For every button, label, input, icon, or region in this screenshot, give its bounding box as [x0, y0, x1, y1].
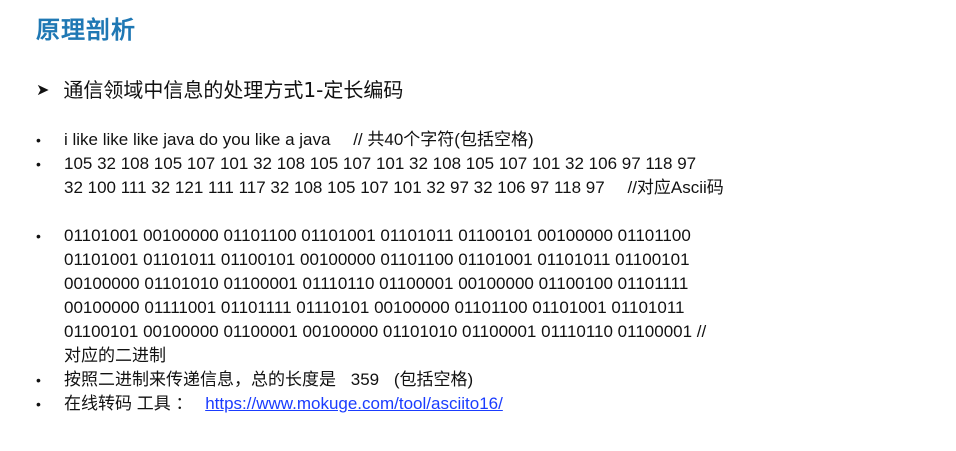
bullet-length: 按照二进制来传递信息，总的长度是 359 (包括空格): [36, 368, 936, 392]
page-title: 原理剖析: [36, 16, 136, 44]
binary-line-4: 00100000 01111001 01101111 01110101 0010…: [64, 298, 685, 317]
bullet-ascii: 105 32 108 105 107 101 32 108 105 107 10…: [36, 152, 936, 200]
sentence-note: // 共40个字符(包括空格): [353, 130, 534, 149]
arrow-bullet-icon: ➤: [36, 79, 50, 99]
bullet-binary: 01101001 00100000 01101100 01101001 0110…: [36, 224, 936, 368]
bullet-tool: 在线转码 工具 ： https://www.mokuge.com/tool/as…: [36, 392, 936, 416]
subtitle: ➤ 通信领域中信息的处理方式1-定长编码: [36, 74, 403, 103]
binary-line-6: 对应的二进制: [64, 346, 166, 365]
slide: 原理剖析 ➤ 通信领域中信息的处理方式1-定长编码 i like like li…: [0, 0, 956, 451]
length-suffix: (包括空格): [393, 370, 474, 389]
ascii-line-2: 32 100 111 32 121 111 117 32 108 105 107…: [64, 176, 936, 200]
length-value: 359: [350, 370, 380, 389]
binary-line-1: 01101001 00100000 01101100 01101001 0110…: [64, 226, 691, 245]
binary-line-5: 01100101 00100000 01100001 00100000 0110…: [64, 322, 707, 341]
sentence-text: i like like like java do you like a java: [64, 130, 331, 149]
bullet-sentence: i like like like java do you like a java…: [36, 128, 936, 152]
binary-line-2: 01101001 01101011 01100101 00100000 0110…: [64, 250, 690, 269]
binary-line-3: 00100000 01101010 01100001 01110110 0110…: [64, 274, 689, 293]
ascii-line-2-text: 32 100 111 32 121 111 117 32 108 105 107…: [64, 178, 605, 197]
tool-label: 在线转码 工具 ：: [64, 394, 193, 413]
bullet-list: i like like like java do you like a java…: [36, 128, 936, 416]
tool-link[interactable]: https://www.mokuge.com/tool/asciito16/: [205, 394, 503, 413]
subtitle-text: 通信领域中信息的处理方式1-定长编码: [63, 78, 404, 102]
length-prefix: 按照二进制来传递信息，总的长度是: [64, 370, 336, 389]
ascii-line-1: 105 32 108 105 107 101 32 108 105 107 10…: [64, 154, 697, 173]
ascii-note: //对应Ascii码: [627, 178, 724, 197]
